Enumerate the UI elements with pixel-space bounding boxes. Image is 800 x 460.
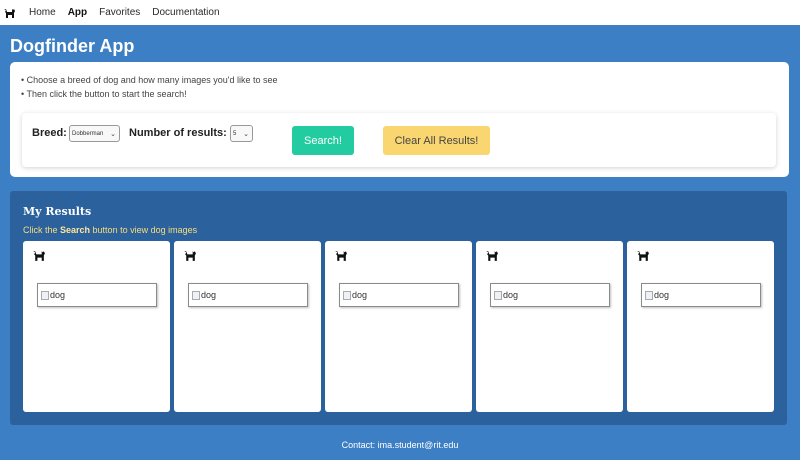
nav-app[interactable]: App (68, 7, 87, 18)
hint-bold: Search (60, 225, 91, 235)
result-card: dog (325, 241, 472, 412)
dog-image-alt: dog (654, 290, 670, 300)
navbar: Home App Favorites Documentation (0, 0, 800, 25)
result-card: dog (627, 241, 774, 412)
broken-image-icon (494, 290, 502, 300)
number-of-results-label: Number of results: (129, 127, 227, 139)
dog-image-alt: dog (352, 290, 368, 300)
dog-icon[interactable] (334, 249, 348, 263)
footer-contact: Contact: ima.student@rit.edu (341, 440, 459, 450)
dog-icon[interactable] (485, 249, 499, 263)
result-card: dog (174, 241, 321, 412)
dog-image: dog (339, 283, 459, 307)
result-card: dog (476, 241, 623, 412)
dog-image: dog (188, 283, 308, 307)
dog-icon[interactable] (636, 249, 650, 263)
nav-documentation[interactable]: Documentation (152, 7, 219, 18)
search-button[interactable]: Search! (292, 126, 354, 155)
dog-icon[interactable] (32, 249, 46, 263)
chevron-down-icon: ⌄ (110, 131, 116, 138)
dog-image: dog (37, 283, 157, 307)
search-controls: Breed: Dobberman ⌄ Number of results: 5 … (22, 113, 776, 167)
number-select-value: 5 (233, 130, 237, 137)
broken-image-icon (343, 290, 351, 300)
results-panel: My Results Click the Search button to vi… (10, 191, 787, 425)
dog-image: dog (641, 283, 761, 307)
number-of-results-select[interactable]: 5 ⌄ (230, 125, 253, 142)
dog-icon[interactable] (3, 6, 17, 20)
dog-image-alt: dog (201, 290, 217, 300)
instruction-line-2: • Then click the button to start the sea… (21, 89, 187, 99)
broken-image-icon (192, 290, 200, 300)
page-title: Dogfinder App (10, 36, 135, 56)
clear-results-button[interactable]: Clear All Results! (383, 126, 490, 155)
results-title: My Results (23, 205, 92, 218)
dog-image-alt: dog (503, 290, 519, 300)
instructions-panel: • Choose a breed of dog and how many ima… (10, 62, 789, 177)
breed-select-value: Dobberman (72, 130, 104, 137)
dog-image-alt: dog (50, 290, 66, 300)
results-hint: Click the Search button to view dog imag… (23, 225, 197, 235)
instruction-line-1: • Choose a breed of dog and how many ima… (21, 75, 278, 85)
nav-favorites[interactable]: Favorites (99, 7, 140, 18)
broken-image-icon (645, 290, 653, 300)
hint-suffix: button to view dog images (90, 225, 198, 235)
nav-home[interactable]: Home (29, 7, 56, 18)
dog-icon[interactable] (183, 249, 197, 263)
hint-prefix: Click the (23, 225, 61, 235)
broken-image-icon (41, 290, 49, 300)
chevron-down-icon: ⌄ (243, 131, 249, 138)
result-card: dog (23, 241, 170, 412)
breed-label: Breed: (32, 127, 67, 139)
breed-select[interactable]: Dobberman ⌄ (69, 125, 120, 142)
dog-image: dog (490, 283, 610, 307)
